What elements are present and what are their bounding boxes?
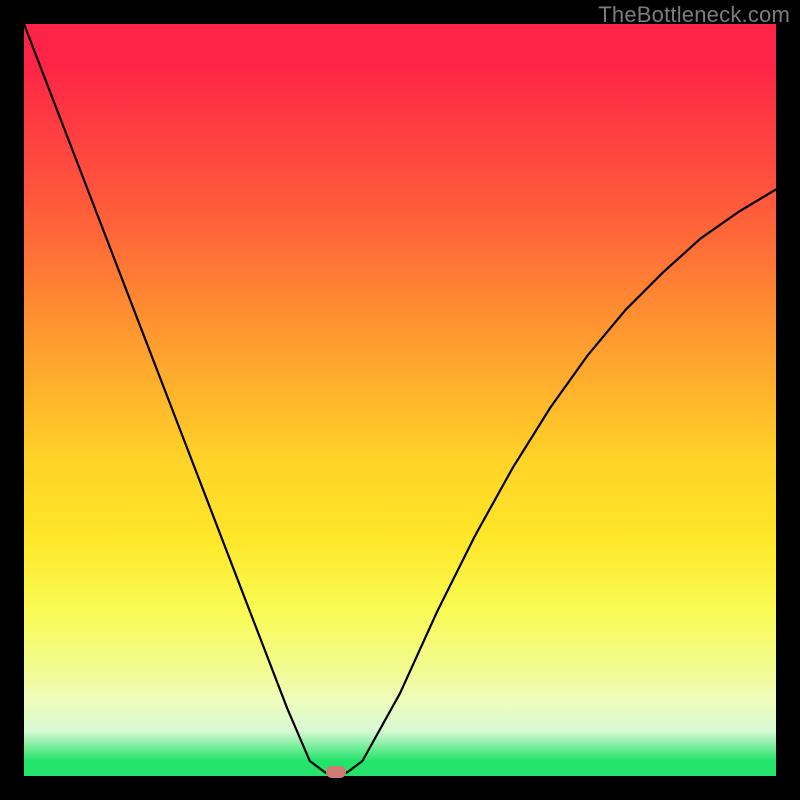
curve-path (24, 24, 776, 776)
bottleneck-curve (24, 24, 776, 776)
plot-area (24, 24, 776, 776)
minimum-marker (326, 766, 346, 778)
outer-frame: TheBottleneck.com (0, 0, 800, 800)
